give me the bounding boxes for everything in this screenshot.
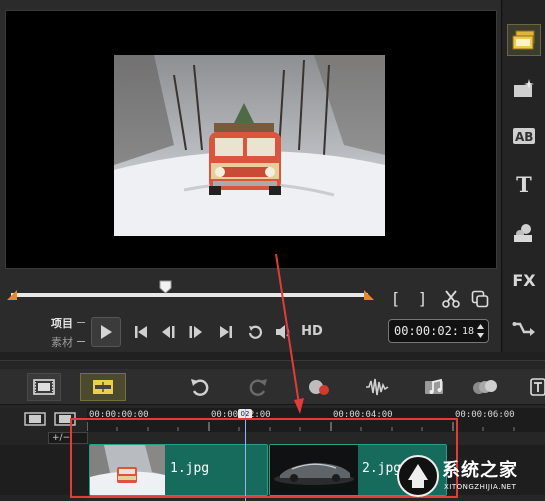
undo-icon	[191, 379, 209, 396]
graphics-icon	[514, 224, 532, 242]
graphics-button[interactable]	[507, 216, 541, 248]
watermark: 系统之家 XITONGZHIJIA.NET	[386, 448, 545, 501]
repeat-button[interactable]	[244, 321, 266, 343]
redo-button[interactable]	[242, 373, 276, 401]
title-tool-button[interactable]: T	[507, 168, 541, 200]
watermark-text: 系统之家	[442, 460, 518, 481]
timeline-view-button[interactable]	[80, 373, 126, 401]
volume-button[interactable]	[273, 321, 295, 343]
scrubber-track[interactable]	[11, 293, 368, 297]
volume-icon	[276, 325, 290, 339]
next-frame-icon	[189, 326, 202, 338]
mode-clip[interactable]: 素材	[51, 334, 73, 350]
music-icon	[425, 378, 443, 394]
undo-button[interactable]	[182, 373, 216, 401]
trim-start-marker[interactable]	[6, 289, 18, 301]
play-mode-selector[interactable]: 项目 素材	[40, 313, 88, 349]
go-to-end-button[interactable]	[216, 322, 236, 342]
motion-tracking-icon	[473, 380, 497, 394]
preview-image	[114, 55, 385, 236]
audio-waveform-icon	[366, 378, 389, 396]
path-motion-button[interactable]	[507, 312, 541, 344]
preview-window	[5, 10, 497, 269]
path-icon	[512, 322, 535, 336]
storyboard-view-button[interactable]	[27, 373, 61, 401]
trim-end-marker[interactable]	[363, 289, 375, 301]
play-icon	[101, 325, 112, 339]
instant-project-button[interactable]	[507, 72, 541, 104]
record-icon	[309, 380, 329, 395]
timecode-value[interactable]: 00:00:02:	[394, 324, 459, 338]
timeline-view-icon	[93, 380, 113, 394]
svg-text:AB: AB	[515, 130, 533, 144]
subtitle-icon	[530, 378, 545, 396]
instant-project-icon	[514, 79, 534, 97]
timecode-field[interactable]: 00:00:02: 18	[388, 319, 489, 343]
motion-tracking-button[interactable]	[468, 373, 502, 401]
timecode-stepper-icon[interactable]	[476, 323, 485, 339]
media-library-button[interactable]	[507, 24, 541, 56]
filter-fx-button[interactable]: FX	[507, 264, 541, 296]
previous-frame-button[interactable]	[158, 322, 178, 342]
timeline-toolbar	[0, 369, 545, 405]
mode-project[interactable]: 项目	[51, 315, 73, 331]
preview-panel: 项目 素材 HD [ ] 00:00:02: 18	[0, 0, 502, 352]
repeat-icon	[248, 325, 262, 339]
auto-music-button[interactable]	[418, 373, 452, 401]
mark-out-button[interactable]: ]	[414, 289, 430, 308]
enlarge-preview-button[interactable]	[469, 288, 491, 310]
split-clip-button[interactable]	[440, 288, 462, 310]
mark-in-button[interactable]: [	[388, 289, 404, 308]
redo-icon	[249, 379, 267, 396]
subtitle-editor-button[interactable]	[528, 373, 545, 401]
mode-divider	[77, 322, 85, 323]
preview-scrubber[interactable]	[6, 280, 375, 304]
record-capture-button[interactable]	[302, 373, 336, 401]
go-to-start-icon	[135, 326, 147, 338]
library-toolbar: AB T FX	[503, 0, 545, 352]
previous-frame-icon	[162, 326, 175, 338]
go-to-start-button[interactable]	[131, 322, 151, 342]
sound-mixer-button[interactable]	[360, 373, 394, 401]
play-button[interactable]	[91, 317, 121, 347]
mode-divider	[77, 341, 85, 342]
scissors-icon	[442, 290, 460, 308]
copy-icon	[471, 290, 489, 308]
ruler-label: 00:00:06:00	[455, 410, 515, 420]
video-track-view-icon[interactable]	[24, 412, 46, 426]
next-frame-button[interactable]	[186, 322, 206, 342]
transition-button[interactable]: AB	[507, 120, 541, 152]
watermark-url: XITONGZHIJIA.NET	[444, 483, 517, 491]
watermark-logo	[397, 455, 439, 497]
transition-icon: AB	[513, 128, 535, 144]
go-to-end-icon	[220, 326, 232, 338]
media-icon	[512, 30, 535, 50]
film-strip-icon	[33, 379, 55, 395]
scrubber-handle[interactable]	[159, 280, 172, 294]
timecode-frames[interactable]: 18	[462, 326, 474, 337]
hd-preview-toggle[interactable]: HD	[298, 322, 326, 340]
